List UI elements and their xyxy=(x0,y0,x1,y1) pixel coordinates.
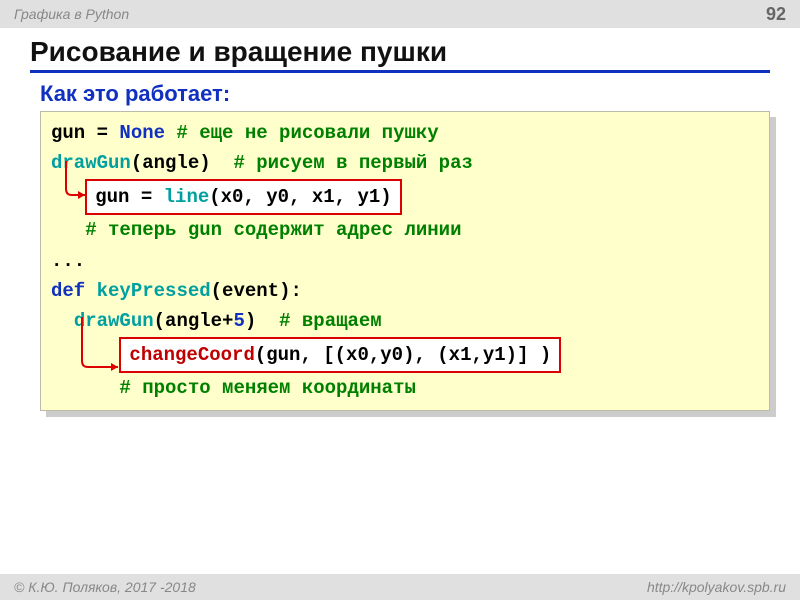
page-number: 92 xyxy=(766,4,786,25)
code-content: gun = None # еще не рисовали пушку drawG… xyxy=(40,111,770,411)
slide-title: Рисование и вращение пушки xyxy=(30,36,770,70)
slide-subtitle: Как это работает: xyxy=(40,81,770,107)
copyright: © К.Ю. Поляков, 2017 -2018 xyxy=(14,579,196,595)
box-gun-line: gun = line(x0, y0, x1, y1) xyxy=(85,179,401,215)
box-change-coord: changeCoord(gun, [(x0,y0), (x1,y1)] ) xyxy=(119,337,561,373)
code-block: gun = None # еще не рисовали пушку drawG… xyxy=(40,111,770,411)
title-row: Рисование и вращение пушки xyxy=(30,36,770,73)
slide-header: Графика в Python 92 xyxy=(0,0,800,28)
footer-url: http://kpolyakov.spb.ru xyxy=(647,579,786,595)
course-name: Графика в Python xyxy=(14,6,129,22)
slide-footer: © К.Ю. Поляков, 2017 -2018 http://kpolya… xyxy=(0,574,800,600)
